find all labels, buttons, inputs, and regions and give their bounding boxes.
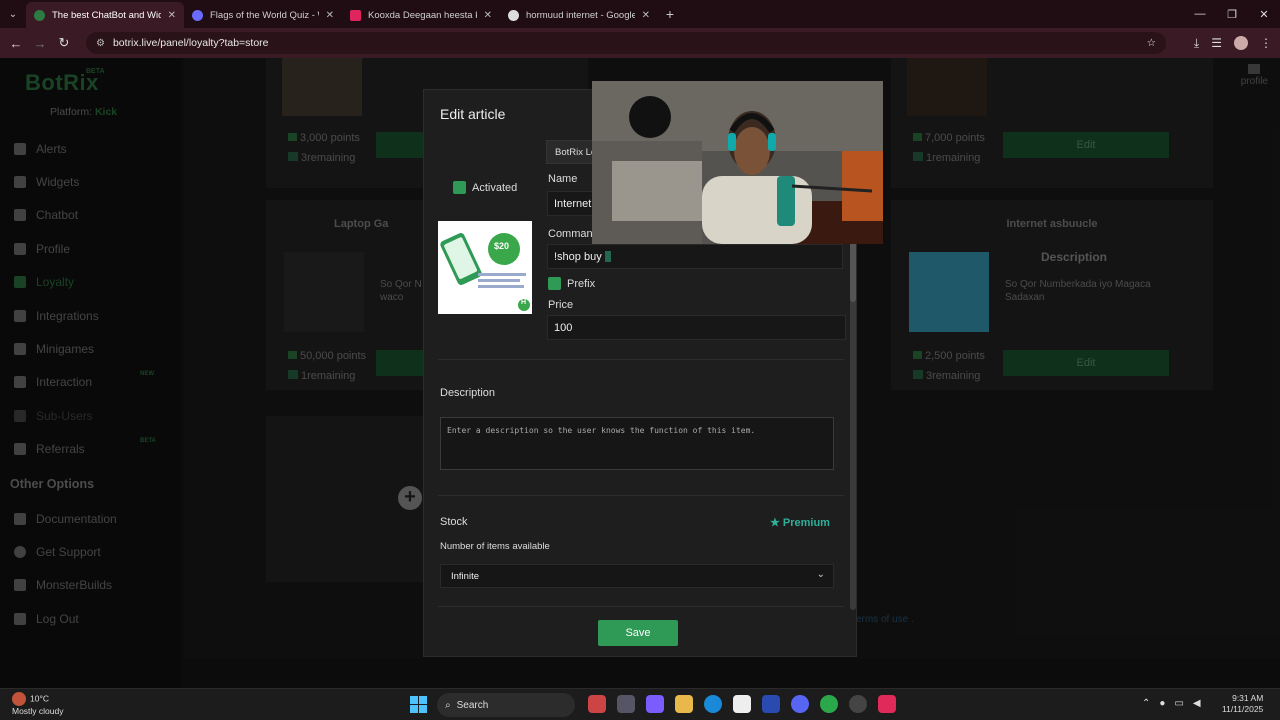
taskbar-clock[interactable]: 9:31 AM 11/11/2025 — [1222, 693, 1263, 716]
text-cursor — [604, 251, 611, 262]
close-window-icon[interactable]: ✕ — [1248, 8, 1280, 21]
tab-search-chevron-icon[interactable]: ⌄ — [0, 0, 26, 28]
tiktok-icon[interactable] — [878, 695, 896, 713]
image-brand-text: H — [521, 299, 527, 306]
weather-widget[interactable]: 10°C Mostly cloudy — [12, 692, 64, 717]
system-tray: ⌃ ● ▭ ◀ — [1142, 698, 1201, 709]
activated-toggle[interactable]: Activated — [453, 181, 517, 194]
copilot-icon[interactable] — [646, 695, 664, 713]
tab-title: Flags of the World Quiz - World — [210, 9, 319, 21]
window-controls: — ❐ ✕ — [1184, 8, 1280, 21]
tab-search-icon[interactable]: ☰ — [1211, 36, 1222, 51]
modal-scrollbar-track[interactable] — [850, 250, 856, 610]
new-tab-icon[interactable]: + — [658, 6, 682, 22]
taskbar-apps — [588, 695, 896, 713]
modal-title: Edit article — [440, 106, 506, 122]
windows-start-icon[interactable] — [410, 696, 427, 713]
stock-label: Stock — [440, 516, 468, 528]
prefix-label: Prefix — [567, 277, 596, 290]
tab-title: The best ChatBot and Widgets f — [52, 9, 161, 21]
youtube-favicon-icon — [350, 9, 361, 21]
weather-icon — [12, 692, 26, 706]
back-icon[interactable]: ← — [4, 36, 28, 51]
google-favicon-icon — [508, 9, 519, 21]
maximize-icon[interactable]: ❐ — [1216, 8, 1248, 21]
premium-badge[interactable]: ★ Premium — [770, 516, 830, 530]
task-view-icon[interactable] — [617, 695, 635, 713]
stock-selected-value: Infinite — [451, 570, 479, 582]
toolbar-actions: ⤓ ☰ ⋮ — [1194, 35, 1280, 51]
close-tab-icon[interactable]: ✕ — [168, 10, 176, 21]
star-icon: ★ — [770, 517, 780, 529]
name-label: Name — [548, 173, 578, 185]
items-available-label: Number of items available — [440, 541, 550, 552]
save-button[interactable]: Save — [598, 620, 678, 646]
webcam-overlay — [592, 81, 883, 244]
browser-tab[interactable]: Kooxda Deegaan heesta kacdan ✕ — [342, 2, 500, 28]
activated-label: Activated — [472, 181, 518, 194]
forward-icon[interactable]: → — [28, 36, 52, 51]
clock-time: 9:31 AM — [1232, 693, 1264, 703]
url-text: botrix.live/panel/loyalty?tab=store — [112, 37, 269, 49]
search-icon: ⌕ — [445, 699, 451, 711]
l-app-icon[interactable] — [762, 695, 780, 713]
divider — [438, 359, 844, 360]
close-tab-icon[interactable]: ✕ — [326, 10, 334, 21]
chevron-down-icon: ⌄ — [816, 569, 825, 580]
premium-label: Premium — [782, 516, 830, 529]
file-explorer-icon[interactable] — [675, 695, 693, 713]
minimize-icon[interactable]: — — [1184, 8, 1216, 21]
temperature: 10°C — [30, 693, 49, 704]
reload-icon[interactable]: ↻ — [52, 35, 76, 51]
discord-icon[interactable] — [791, 695, 809, 713]
steam-icon[interactable] — [849, 695, 867, 713]
stock-select[interactable]: Infinite ⌄ — [440, 564, 834, 588]
prefix-toggle[interactable]: Prefix — [548, 277, 595, 290]
close-tab-icon[interactable]: ✕ — [484, 10, 492, 21]
divider — [438, 606, 844, 607]
taskbar-search[interactable]: ⌕ Search — [437, 693, 575, 717]
site-info-icon[interactable]: ⚙ — [96, 38, 105, 49]
image-price-text: $20 — [494, 241, 510, 251]
chrome-icon[interactable] — [820, 695, 838, 713]
clock-date: 11/11/2025 — [1222, 704, 1264, 715]
edge-icon[interactable] — [704, 695, 722, 713]
browser-menu-icon[interactable]: ⋮ — [1260, 36, 1272, 51]
modal-scrollbar-thumb[interactable] — [850, 242, 856, 302]
address-bar[interactable]: ⚙ botrix.live/panel/loyalty?tab=store ☆ — [86, 32, 1166, 54]
browser-profile-avatar[interactable] — [1234, 35, 1248, 50]
quiz-favicon-icon — [192, 9, 203, 21]
price-input[interactable]: 100 — [547, 315, 846, 340]
divider — [438, 495, 844, 496]
volume-icon[interactable]: ◀ — [1193, 698, 1201, 709]
tab-title: hormuud internet - Google Sear — [526, 9, 635, 21]
description-label: Description — [440, 387, 496, 399]
tab-title: Kooxda Deegaan heesta kacdan — [368, 9, 477, 21]
microphone-icon[interactable]: ● — [1159, 698, 1165, 709]
browser-tab[interactable]: The best ChatBot and Widgets f ✕ — [26, 2, 184, 28]
browser-tab[interactable]: Flags of the World Quiz - World ✕ — [184, 2, 342, 28]
chevron-up-icon[interactable]: ⌃ — [1142, 698, 1150, 709]
command-input[interactable]: !shop buy — [547, 244, 843, 269]
botrix-favicon-icon — [34, 9, 45, 21]
bookmark-star-icon[interactable]: ☆ — [1147, 37, 1156, 49]
app-icon[interactable] — [588, 695, 606, 713]
browser-tab[interactable]: hormuud internet - Google Sear ✕ — [500, 2, 658, 28]
browser-tab-bar: ⌄ The best ChatBot and Widgets f ✕ Flags… — [0, 0, 1280, 28]
description-textarea[interactable]: Enter a description so the user knows th… — [440, 417, 834, 470]
windows-taskbar: 10°C Mostly cloudy ⌕ Search ⌃ ● ▭ ◀ 9:31… — [0, 688, 1280, 720]
network-icon[interactable]: ▭ — [1174, 698, 1183, 709]
browser-toolbar: ← → ↻ ⚙ botrix.live/panel/loyalty?tab=st… — [0, 28, 1280, 58]
activated-checkbox[interactable] — [453, 181, 466, 194]
weather-condition: Mostly cloudy — [12, 706, 64, 716]
search-label: Search — [456, 699, 489, 711]
article-image[interactable]: $20 H — [438, 221, 532, 314]
close-tab-icon[interactable]: ✕ — [642, 10, 650, 21]
price-label: Price — [548, 299, 574, 311]
prefix-checkbox[interactable] — [548, 277, 561, 290]
download-icon[interactable]: ⤓ — [1194, 36, 1199, 51]
store-icon[interactable] — [733, 695, 751, 713]
